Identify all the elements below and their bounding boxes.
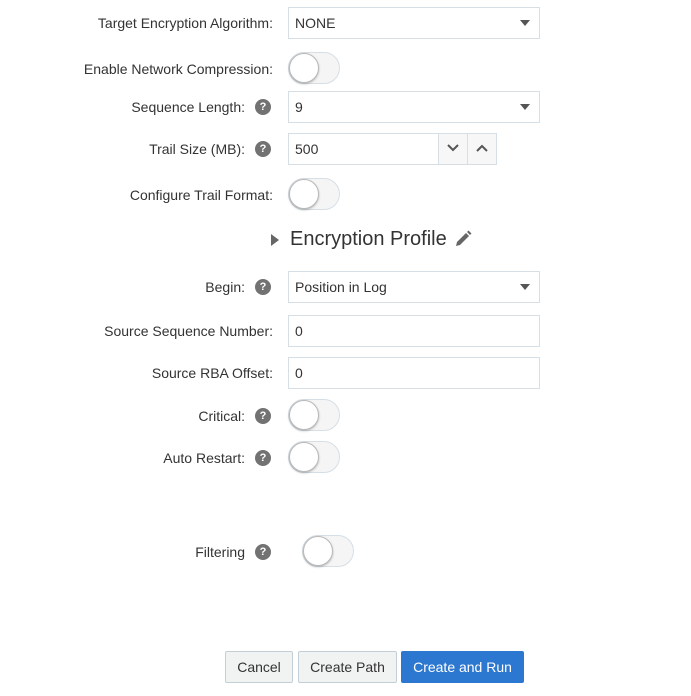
sequence-length-row: Sequence Length: ? 9 [0, 91, 691, 123]
target-encryption-label: Target Encryption Algorithm: [97, 15, 273, 31]
chevron-up-icon [476, 144, 488, 152]
create-and-run-button[interactable]: Create and Run [401, 651, 524, 683]
expand-triangle-icon[interactable] [271, 234, 279, 246]
filtering-toggle[interactable] [302, 535, 354, 567]
pencil-icon[interactable] [454, 230, 472, 248]
help-icon[interactable]: ? [255, 408, 271, 424]
trail-format-label: Configure Trail Format: [129, 187, 273, 203]
trail-size-row: Trail Size (MB): ? 500 [0, 133, 691, 165]
source-sequence-row: Source Sequence Number: 0 [0, 315, 691, 347]
target-encryption-select[interactable]: NONE [288, 7, 540, 39]
trail-format-toggle[interactable] [288, 178, 340, 210]
toggle-knob [303, 536, 333, 566]
sequence-length-select[interactable]: 9 [288, 91, 540, 123]
toggle-knob [289, 400, 319, 430]
sequence-length-value: 9 [295, 99, 303, 115]
chevron-down-icon [520, 20, 530, 26]
filtering-row: Filtering ? [0, 535, 691, 568]
trail-size-value: 500 [295, 141, 319, 157]
network-compression-row: Enable Network Compression: [0, 52, 691, 85]
target-encryption-row: Target Encryption Algorithm: NONE [0, 7, 691, 39]
network-compression-toggle[interactable] [288, 52, 340, 84]
cancel-button[interactable]: Cancel [225, 651, 293, 683]
source-rba-input[interactable]: 0 [288, 357, 540, 389]
chevron-down-icon [447, 144, 459, 152]
trail-format-row: Configure Trail Format: [0, 178, 691, 211]
critical-row: Critical: ? [0, 399, 691, 432]
source-sequence-value: 0 [295, 323, 303, 339]
toggle-knob [289, 53, 319, 83]
source-rba-label: Source RBA Offset: [151, 365, 273, 381]
create-path-button[interactable]: Create Path [298, 651, 397, 683]
critical-toggle[interactable] [288, 399, 340, 431]
filtering-label: Filtering [195, 544, 245, 560]
begin-label: Begin: [205, 279, 245, 295]
increment-button[interactable] [467, 133, 497, 165]
toggle-knob [289, 442, 319, 472]
source-sequence-input[interactable]: 0 [288, 315, 540, 347]
begin-select[interactable]: Position in Log [288, 271, 540, 303]
source-rba-row: Source RBA Offset: 0 [0, 357, 691, 389]
encryption-profile-title: Encryption Profile [290, 228, 447, 250]
begin-row: Begin: ? Position in Log [0, 271, 691, 303]
help-icon[interactable]: ? [255, 544, 271, 560]
help-icon[interactable]: ? [255, 141, 271, 157]
decrement-button[interactable] [438, 133, 468, 165]
chevron-down-icon [520, 284, 530, 290]
auto-restart-toggle[interactable] [288, 441, 340, 473]
sequence-length-label: Sequence Length: [131, 99, 245, 115]
trail-size-input[interactable]: 500 [288, 133, 440, 165]
auto-restart-row: Auto Restart: ? [0, 441, 691, 474]
chevron-down-icon [520, 104, 530, 110]
critical-label: Critical: [198, 408, 245, 424]
network-compression-label: Enable Network Compression: [83, 61, 273, 77]
auto-restart-label: Auto Restart: [163, 450, 245, 466]
target-encryption-value: NONE [295, 15, 336, 31]
help-icon[interactable]: ? [255, 279, 271, 295]
source-rba-value: 0 [295, 365, 303, 381]
begin-value: Position in Log [295, 279, 387, 295]
trail-size-label: Trail Size (MB): [149, 141, 245, 157]
help-icon[interactable]: ? [255, 99, 271, 115]
source-sequence-label: Source Sequence Number: [104, 323, 273, 339]
help-icon[interactable]: ? [255, 450, 271, 466]
toggle-knob [289, 179, 319, 209]
